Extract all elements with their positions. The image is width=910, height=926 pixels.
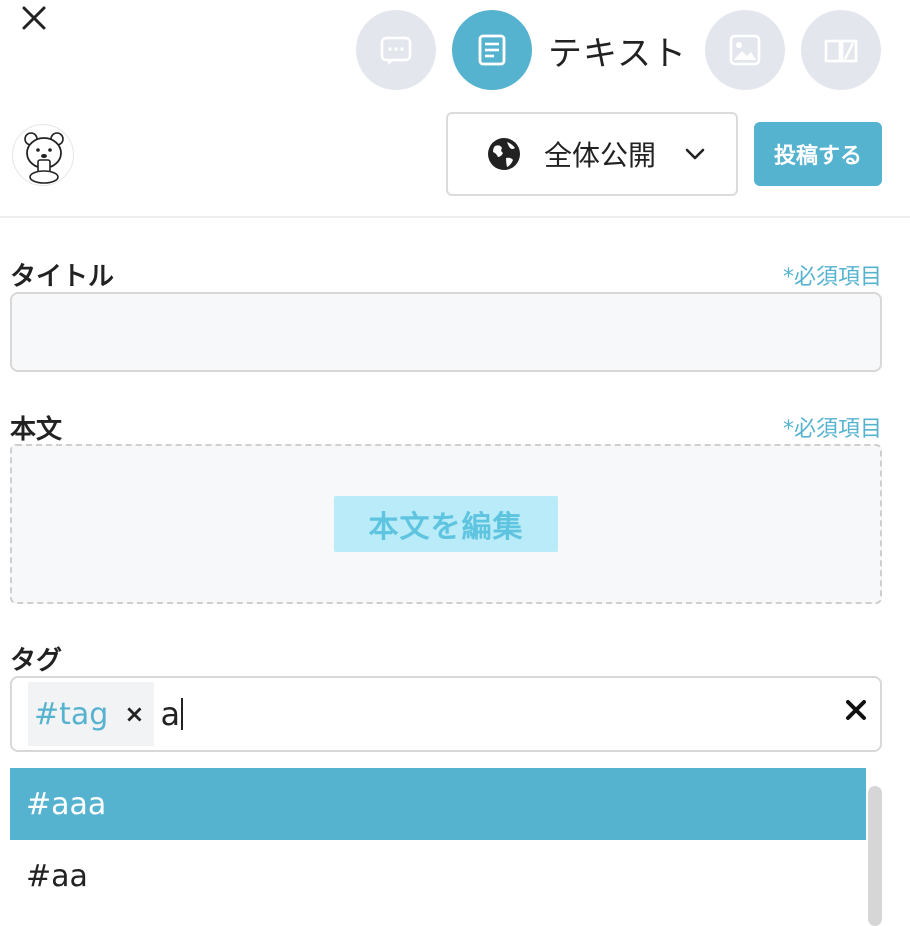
chevron-down-icon xyxy=(685,148,705,160)
body-required-note: *必須項目 xyxy=(782,417,882,442)
globe-icon xyxy=(488,138,520,170)
post-type-switcher: テキスト xyxy=(356,10,881,90)
edit-body-button[interactable]: 本文を編集 xyxy=(334,496,558,552)
chat-bubble-icon xyxy=(380,36,412,65)
body-label: 本文 xyxy=(10,415,63,445)
title-input[interactable] xyxy=(10,292,882,372)
tag-input-box[interactable]: #tag × a xyxy=(10,676,882,752)
avatar[interactable] xyxy=(12,124,74,186)
tag-suggestion-item[interactable]: #aaa xyxy=(10,768,866,840)
post-button[interactable]: 投稿する xyxy=(754,122,882,186)
body-editor-area[interactable]: 本文を編集 xyxy=(10,444,882,604)
post-type-image-button[interactable] xyxy=(704,10,785,90)
post-type-chat-button[interactable] xyxy=(356,10,436,90)
tag-chip: #tag × xyxy=(28,682,155,746)
tags-label: タグ xyxy=(10,646,63,676)
header-divider xyxy=(0,216,910,218)
title-required-note: *必須項目 xyxy=(782,265,882,290)
visibility-dropdown[interactable]: 全体公開 xyxy=(446,112,738,196)
tag-chip-label: #tag xyxy=(34,696,109,732)
tag-suggestion-item[interactable]: #aa xyxy=(10,840,866,912)
clear-tags-icon[interactable] xyxy=(842,696,870,724)
post-type-book-button[interactable] xyxy=(800,10,881,90)
title-label: タイトル xyxy=(10,262,115,292)
tag-input[interactable]: a xyxy=(160,695,180,733)
close-icon[interactable] xyxy=(14,0,54,40)
post-type-text-button[interactable] xyxy=(452,10,532,90)
post-type-active-label: テキスト xyxy=(548,33,687,74)
text-caret xyxy=(181,698,184,730)
tag-suggestions-list: #aaa #aa xyxy=(10,768,866,926)
bear-avatar-icon xyxy=(24,132,64,184)
suggestions-scrollbar[interactable] xyxy=(868,786,882,926)
tag-remove-button[interactable]: × xyxy=(124,700,144,728)
image-icon xyxy=(729,34,761,66)
document-icon xyxy=(478,34,506,66)
book-icon xyxy=(824,39,858,63)
visibility-label: 全体公開 xyxy=(544,139,657,172)
